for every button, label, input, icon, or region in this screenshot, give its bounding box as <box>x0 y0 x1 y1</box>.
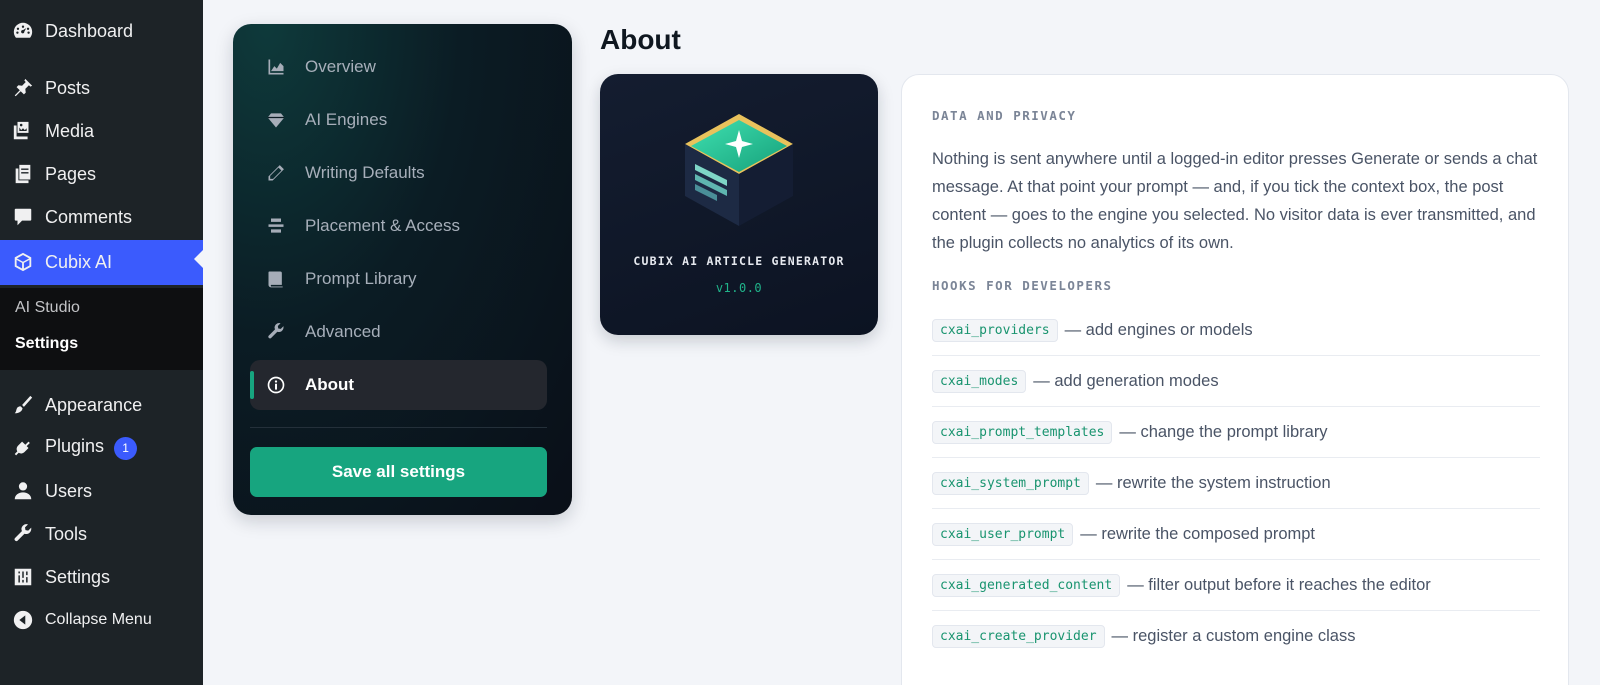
menu-label: Tools <box>45 523 88 544</box>
nav-item-overview[interactable]: Overview <box>250 42 547 92</box>
sliders-icon <box>11 566 35 588</box>
nav-item-label: Advanced <box>305 322 381 341</box>
submenu-settings[interactable]: Settings <box>15 335 78 353</box>
menu-label-text: Plugins <box>45 436 105 457</box>
gauge-icon <box>11 20 35 42</box>
admin-sidebar: Dashboard Posts Media Pages Comments Cub… <box>0 0 203 685</box>
nav-item-label: Placement & Access <box>305 216 460 235</box>
about-info-card: DATA AND PRIVACY Nothing is sent anywher… <box>901 74 1569 685</box>
comment-icon <box>11 206 35 228</box>
hook-description: — register a custom engine class <box>1111 627 1356 645</box>
menu-users[interactable]: Users <box>0 472 203 510</box>
collapse-arrow-icon <box>11 609 35 631</box>
hook-row: cxai_user_prompt — rewrite the composed … <box>932 509 1540 560</box>
plug-icon <box>11 437 35 459</box>
menu-label: Comments <box>45 206 133 227</box>
pages-icon <box>11 163 35 185</box>
hook-code: cxai_prompt_templates <box>932 420 1113 444</box>
hook-code: cxai_user_prompt <box>932 522 1074 546</box>
menu-label: Appearance <box>45 394 143 415</box>
product-version: v1.0.0 <box>715 281 763 295</box>
nav-divider <box>250 427 547 428</box>
media-icon <box>11 120 35 142</box>
menu-dashboard[interactable]: Dashboard <box>0 12 203 50</box>
hook-code: cxai_create_provider <box>932 625 1105 648</box>
hook-row: cxai_generated_content — filter output b… <box>932 560 1540 611</box>
hook-description: — rewrite the system instruction <box>1095 473 1331 492</box>
cubix-submenu: AI Studio Settings <box>0 288 203 370</box>
nav-item-placement-access[interactable]: Placement & Access <box>250 201 547 251</box>
nav-item-label: Writing Defaults <box>305 163 425 182</box>
nav-item-writing-defaults[interactable]: Writing Defaults <box>250 148 547 198</box>
nav-item-label: Prompt Library <box>305 269 417 288</box>
hook-code: cxai_providers <box>932 318 1058 342</box>
product-name: CUBIX AI ARTICLE GENERATOR <box>633 254 845 268</box>
menu-label: Media <box>45 120 95 141</box>
nav-item-about[interactable]: About <box>250 360 547 410</box>
hooks-heading: HOOKS FOR DEVELOPERS <box>932 278 1113 293</box>
privacy-text: Nothing is sent anywhere until a logged-… <box>932 150 1538 252</box>
menu-label: Plugins 1 <box>45 436 138 460</box>
book-icon <box>264 267 288 291</box>
submenu-ai-studio[interactable]: AI Studio <box>15 299 80 317</box>
menu-label: Collapse Menu <box>45 611 152 628</box>
chart-area-icon <box>264 55 288 79</box>
hook-row: cxai_prompt_templates — change the promp… <box>932 407 1540 458</box>
privacy-heading: DATA AND PRIVACY <box>932 108 1077 123</box>
paintbrush-icon <box>11 394 35 416</box>
update-count-badge: 1 <box>114 436 138 460</box>
save-all-settings-button[interactable]: Save all settings <box>250 447 547 497</box>
hook-code: cxai_modes <box>932 369 1027 393</box>
hook-code: cxai_system_prompt <box>932 471 1089 495</box>
hook-description: — add engines or models <box>1064 320 1253 339</box>
hook-code: cxai_generated_content <box>932 573 1121 597</box>
menu-settings[interactable]: Settings <box>0 558 203 596</box>
layers-icon <box>264 214 288 238</box>
hook-description: — add generation modes <box>1033 371 1219 390</box>
nav-item-advanced[interactable]: Advanced <box>250 307 547 357</box>
wrench-icon <box>11 523 35 545</box>
menu-pages[interactable]: Pages <box>0 155 203 193</box>
menu-cubix-ai[interactable]: Cubix AI <box>0 240 203 285</box>
pencil-icon <box>264 161 288 185</box>
nav-item-prompt-library[interactable]: Prompt Library <box>250 254 547 304</box>
wrench-icon <box>264 320 288 344</box>
pushpin-icon <box>11 77 35 99</box>
page-title: About <box>600 24 681 55</box>
hook-row: cxai_create_provider — register a custom… <box>932 611 1540 662</box>
hook-description: — filter output before it reaches the ed… <box>1127 575 1431 594</box>
nav-item-label: About <box>305 375 355 394</box>
menu-label: Cubix AI <box>45 252 113 272</box>
menu-media[interactable]: Media <box>0 112 203 150</box>
hook-row: cxai_modes — add generation modes <box>932 356 1540 407</box>
settings-nav-panel: Overview AI Engines Writing Defaults Pla… <box>233 24 572 515</box>
menu-label: Posts <box>45 77 91 98</box>
nav-item-ai-engines[interactable]: AI Engines <box>250 95 547 145</box>
menu-comments[interactable]: Comments <box>0 198 203 236</box>
menu-label: Users <box>45 480 93 501</box>
hook-description: — rewrite the composed prompt <box>1080 524 1315 543</box>
menu-label: Pages <box>45 163 97 184</box>
menu-label: Settings <box>45 566 111 587</box>
menu-appearance[interactable]: Appearance <box>0 386 203 424</box>
menu-posts[interactable]: Posts <box>0 69 203 107</box>
nav-item-label: Overview <box>305 57 376 76</box>
diamond-icon <box>264 108 288 132</box>
cube-logo-icon <box>685 114 793 226</box>
cube-icon <box>11 251 35 273</box>
hook-row: cxai_system_prompt — rewrite the system … <box>932 458 1540 509</box>
menu-tools[interactable]: Tools <box>0 515 203 553</box>
hook-description: — change the prompt library <box>1119 422 1328 441</box>
product-card: CUBIX AI ARTICLE GENERATOR v1.0.0 <box>600 74 878 335</box>
info-icon <box>264 373 288 397</box>
collapse-menu-button[interactable]: Collapse Menu <box>0 601 203 639</box>
menu-label: Dashboard <box>45 20 134 41</box>
menu-plugins[interactable]: Plugins 1 <box>0 429 203 467</box>
user-icon <box>11 480 35 502</box>
hook-row: cxai_providers — add engines or models <box>932 305 1540 356</box>
nav-item-label: AI Engines <box>305 110 388 129</box>
